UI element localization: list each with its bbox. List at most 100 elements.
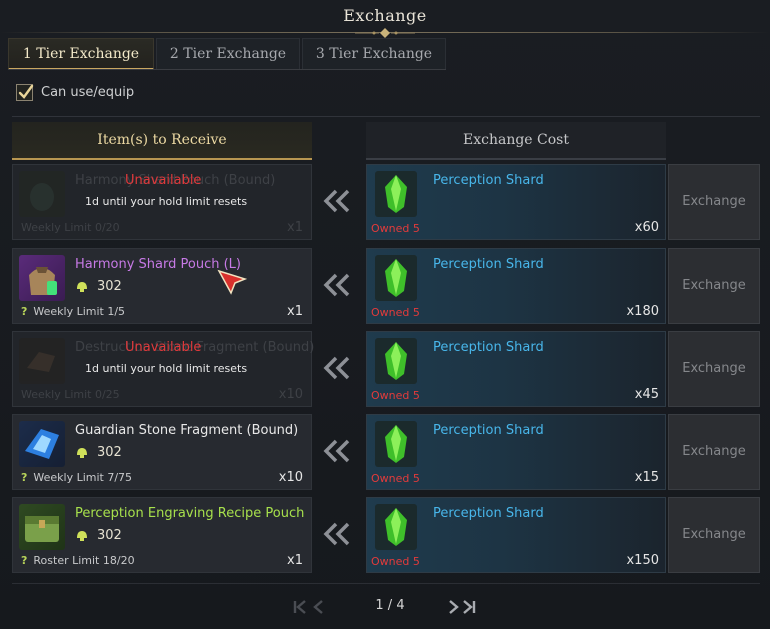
exchange-window: Exchange 1 Tier Exchange 2 Tier Exchange…: [0, 0, 770, 629]
cost-quantity: x45: [634, 387, 659, 402]
receive-item-cell[interactable]: Guardian Stone Fragment (Bound) 302 ? We…: [12, 414, 312, 490]
check-icon: [18, 84, 34, 99]
checkbox-label: Can use/equip: [41, 85, 135, 100]
exchange-row: Harmony Shard Pouch (L) 302 ? Weekly Lim…: [12, 248, 762, 324]
receive-item-cell[interactable]: Destruction Stone Fragment (Bound) Unava…: [12, 331, 314, 407]
helmet-icon: [77, 281, 87, 292]
cost-item-name: Perception Shard: [433, 173, 544, 188]
cost-item-name: Perception Shard: [433, 340, 544, 355]
cost-item-cell[interactable]: Perception Shard Owned 5 x180: [366, 248, 666, 324]
unavailable-label: Unavailable: [125, 340, 202, 355]
double-chevron-left-icon: [323, 273, 350, 297]
item-points: 302: [75, 279, 122, 294]
cost-item-name: Perception Shard: [433, 423, 544, 438]
cost-item-cell[interactable]: Perception Shard Owned 5 x150: [366, 497, 666, 573]
last-page-icon[interactable]: [460, 599, 476, 615]
tab-2-tier-exchange[interactable]: 2 Tier Exchange: [156, 38, 300, 70]
owned-count: Owned 5: [371, 306, 420, 319]
exchange-cost-header: Exchange Cost: [366, 122, 666, 160]
page-indicator: 1 / 4: [375, 598, 405, 613]
receive-quantity: x10: [278, 470, 303, 485]
bottom-divider: [12, 583, 760, 584]
unavailable-label: Unavailable: [125, 173, 202, 188]
receive-quantity: x1: [287, 220, 303, 235]
double-chevron-left-icon: [323, 439, 350, 463]
item-points: 302: [75, 445, 122, 460]
exchange-button[interactable]: Exchange: [668, 414, 760, 490]
exchange-button[interactable]: Exchange: [668, 331, 760, 407]
cost-quantity: x15: [634, 470, 659, 485]
exchange-button[interactable]: Exchange: [668, 164, 760, 240]
engraving-recipe-pouch-icon: [19, 504, 65, 550]
question-icon: ?: [21, 554, 28, 567]
next-page-icon[interactable]: [446, 599, 460, 615]
cost-item-cell[interactable]: Perception Shard Owned 5 x60: [366, 164, 666, 240]
perception-shard-icon: [375, 171, 417, 217]
limit-text: Roster Limit 18/20: [33, 554, 135, 567]
item-icon: [19, 338, 65, 384]
cost-quantity: x150: [626, 553, 659, 568]
helmet-icon: [77, 447, 87, 458]
question-icon: ?: [21, 471, 28, 484]
purchase-limit: ? Weekly Limit 7/75: [21, 471, 132, 484]
owned-count: Owned 5: [371, 222, 420, 235]
receive-item-cell[interactable]: Perception Engraving Recipe Pouch 302 ? …: [12, 497, 312, 573]
cost-item-name: Perception Shard: [433, 257, 544, 272]
reset-timer-text: 1d until your hold limit resets: [85, 195, 248, 208]
checkbox-box[interactable]: [16, 84, 34, 101]
double-chevron-left-icon: [323, 522, 350, 546]
window-title: Exchange: [343, 6, 427, 25]
receive-quantity: x10: [278, 387, 303, 402]
cost-item-name: Perception Shard: [433, 506, 544, 521]
cost-quantity: x60: [634, 220, 659, 235]
exchange-row: Harmony Shard Pouch (Bound) Unavailable …: [12, 164, 762, 240]
perception-shard-icon: [375, 421, 417, 467]
cursor-icon: [217, 269, 247, 295]
cost-item-cell[interactable]: Perception Shard Owned 5 x45: [366, 331, 666, 407]
guardian-stone-fragment-icon: [19, 421, 65, 467]
exchange-button[interactable]: Exchange: [668, 497, 760, 573]
receive-quantity: x1: [287, 304, 303, 319]
item-name: Perception Engraving Recipe Pouch: [75, 506, 305, 521]
helmet-icon: [77, 530, 87, 541]
receive-item-cell[interactable]: Harmony Shard Pouch (L) 302 ? Weekly Lim…: [12, 248, 312, 324]
perception-shard-icon: [375, 255, 417, 301]
points-value: 302: [97, 528, 122, 543]
points-value: 302: [97, 279, 122, 294]
item-icon: [19, 171, 65, 217]
first-page-icon[interactable]: [293, 599, 309, 615]
tab-underline: [8, 69, 446, 70]
double-chevron-left-icon: [323, 356, 350, 380]
section-divider: [12, 116, 760, 117]
perception-shard-icon: [375, 338, 417, 384]
exchange-row: Guardian Stone Fragment (Bound) 302 ? We…: [12, 414, 762, 490]
limit-text: Weekly Limit 1/5: [33, 305, 126, 318]
limit-text: Weekly Limit 7/75: [33, 471, 133, 484]
title-bar: Exchange: [0, 0, 770, 40]
exchange-row: Destruction Stone Fragment (Bound) Unava…: [12, 331, 762, 407]
exchange-row: Perception Engraving Recipe Pouch 302 ? …: [12, 497, 762, 573]
question-icon: ?: [21, 305, 28, 318]
harmony-shard-pouch-icon: [19, 255, 65, 301]
tab-3-tier-exchange[interactable]: 3 Tier Exchange: [302, 38, 446, 70]
exchange-button[interactable]: Exchange: [668, 248, 760, 324]
pagination: 1 / 4: [290, 595, 490, 619]
item-points: 302: [75, 528, 122, 543]
points-value: 302: [97, 445, 122, 460]
can-use-equip-checkbox[interactable]: Can use/equip: [16, 84, 134, 101]
reset-timer-text: 1d until your hold limit resets: [85, 362, 248, 375]
prev-page-icon[interactable]: [312, 599, 326, 615]
purchase-limit: ? Roster Limit 18/20: [21, 554, 135, 567]
owned-count: Owned 5: [371, 472, 420, 485]
cost-item-cell[interactable]: Perception Shard Owned 5 x15: [366, 414, 666, 490]
double-chevron-left-icon: [323, 189, 350, 213]
items-to-receive-header: Item(s) to Receive: [12, 122, 312, 160]
owned-count: Owned 5: [371, 389, 420, 402]
owned-count: Owned 5: [371, 555, 420, 568]
item-name: Guardian Stone Fragment (Bound): [75, 423, 299, 438]
perception-shard-icon: [375, 504, 417, 550]
receive-item-cell[interactable]: Harmony Shard Pouch (Bound) Unavailable …: [12, 164, 312, 240]
purchase-limit: Weekly Limit 0/25: [21, 388, 120, 401]
tab-1-tier-exchange[interactable]: 1 Tier Exchange: [8, 38, 154, 70]
receive-quantity: x1: [287, 553, 303, 568]
